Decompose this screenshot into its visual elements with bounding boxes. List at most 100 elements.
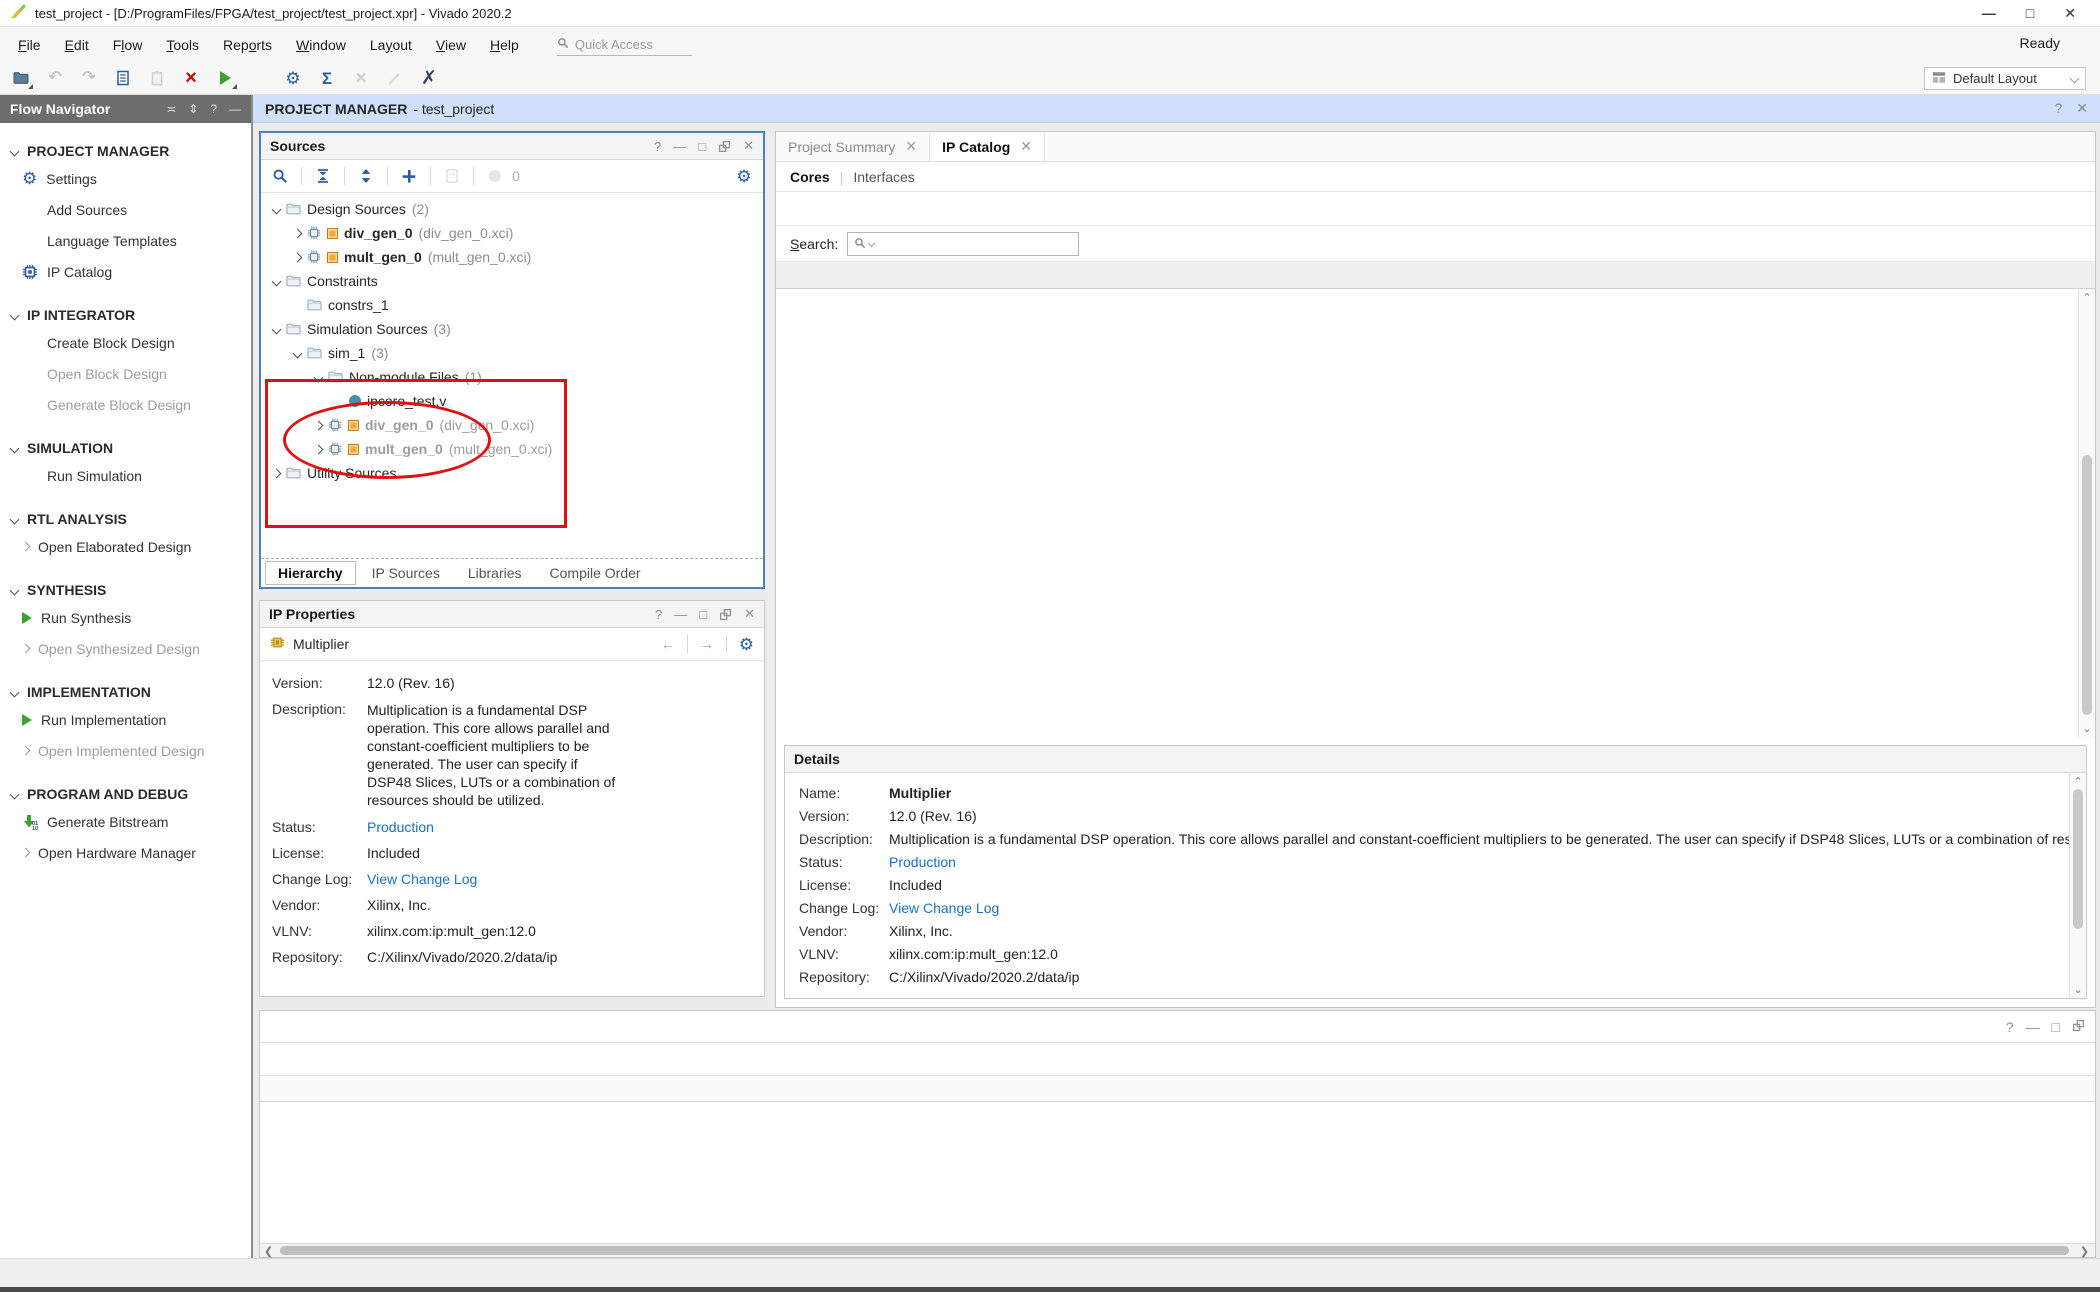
flownav-item-settings[interactable]: ⚙Settings: [0, 163, 251, 194]
tree-item-div-gen-0[interactable]: div_gen_0 (div_gen_0.xci): [261, 221, 763, 245]
minimize-icon[interactable]: —: [229, 102, 241, 116]
menu-window[interactable]: Window: [284, 33, 358, 57]
chevron-right-icon[interactable]: [272, 468, 282, 478]
flownav-item-open-elaborated-design[interactable]: Open Elaborated Design: [0, 531, 251, 562]
forward-arrow-icon[interactable]: →: [700, 637, 714, 651]
close-icon[interactable]: ✕: [744, 606, 755, 622]
float-icon[interactable]: [718, 140, 731, 153]
property-value[interactable]: Production: [367, 819, 434, 835]
flow-section-header-0[interactable]: PROJECT MANAGER: [0, 139, 251, 163]
tree-item-utility-sources[interactable]: Utility Sources: [261, 461, 763, 485]
flownav-item-add-sources[interactable]: Add Sources: [0, 194, 251, 225]
chevron-down-icon[interactable]: [293, 348, 303, 358]
collapse-all-button[interactable]: [310, 163, 336, 189]
sources-tab-compile-order[interactable]: Compile Order: [538, 562, 653, 584]
chevron-right-icon[interactable]: [21, 542, 31, 552]
search-button[interactable]: [267, 163, 293, 189]
minimize-icon[interactable]: —: [673, 139, 686, 154]
chevron-down-icon[interactable]: [272, 324, 282, 334]
settings-gear-button[interactable]: ⚙: [280, 65, 306, 91]
chevron-right-icon[interactable]: [21, 644, 31, 654]
menu-layout[interactable]: Layout: [358, 33, 424, 57]
menu-flow[interactable]: Flow: [101, 33, 155, 57]
flow-section-header-2[interactable]: SIMULATION: [0, 436, 251, 460]
open-project-folder-button[interactable]: [8, 65, 34, 91]
delete-x-red-button[interactable]: ×: [178, 65, 204, 91]
tree-item-design-sources[interactable]: Design Sources (2): [261, 197, 763, 221]
chevron-down-icon[interactable]: [314, 372, 324, 382]
help-icon[interactable]: ?: [2054, 100, 2062, 117]
cancel-x-button[interactable]: ×: [348, 65, 374, 91]
tree-item-non-module-files[interactable]: Non-module Files (1): [261, 365, 763, 389]
sum-sigma-button[interactable]: Σ: [314, 65, 340, 91]
flownav-item-run-implementation[interactable]: Run Implementation: [0, 704, 251, 735]
chevron-right-icon[interactable]: [314, 420, 324, 430]
scroll-up-icon[interactable]: ⌃: [2070, 775, 2086, 788]
subtab-cores[interactable]: Cores: [790, 169, 830, 185]
float-icon[interactable]: [2072, 1019, 2085, 1032]
flownav-item-open-block-design[interactable]: Open Block Design: [0, 358, 251, 389]
back-arrow-icon[interactable]: ←: [661, 637, 675, 651]
sources-tab-libraries[interactable]: Libraries: [456, 562, 534, 584]
close-icon[interactable]: ✕: [1020, 138, 1032, 155]
tree-item-ipcore-test-v[interactable]: ipcore_test.v: [261, 389, 763, 413]
help-icon[interactable]: ?: [2006, 1019, 2014, 1035]
menu-reports[interactable]: Reports: [211, 33, 284, 57]
chevron-down-icon[interactable]: [272, 276, 282, 286]
tree-item-sim-1[interactable]: sim_1 (3): [261, 341, 763, 365]
flownav-item-generate-block-design[interactable]: Generate Block Design: [0, 389, 251, 420]
flownav-item-open-synthesized-design[interactable]: Open Synthesized Design: [0, 633, 251, 664]
menu-file[interactable]: File: [6, 33, 53, 57]
minimize-icon[interactable]: —: [2026, 1019, 2040, 1035]
quick-access-search[interactable]: Quick Access: [557, 34, 692, 56]
chevron-right-icon[interactable]: [293, 228, 303, 238]
close-icon[interactable]: ✕: [2076, 100, 2088, 117]
flownav-item-ip-catalog[interactable]: IP Catalog: [0, 256, 251, 287]
minimize-icon[interactable]: —: [674, 607, 687, 622]
vertical-scrollbar[interactable]: ⌃ ⌄: [2069, 773, 2086, 998]
close-icon[interactable]: ✕: [905, 138, 917, 155]
undo-arrow-button[interactable]: ↶: [42, 65, 68, 91]
property-value[interactable]: View Change Log: [889, 900, 999, 916]
scroll-left-icon[interactable]: ❮: [264, 1245, 273, 1258]
window-minimize-icon[interactable]: —: [1982, 6, 1996, 20]
maximize-icon[interactable]: □: [698, 139, 706, 154]
sources-tab-ip-sources[interactable]: IP Sources: [360, 562, 452, 584]
expand-all-button[interactable]: [353, 163, 379, 189]
tab-project-summary[interactable]: Project Summary✕: [776, 132, 930, 161]
tree-item-constraints[interactable]: Constraints: [261, 269, 763, 293]
flownav-item-open-hardware-manager[interactable]: Open Hardware Manager: [0, 837, 251, 868]
flow-section-header-1[interactable]: IP INTEGRATOR: [0, 303, 251, 327]
scrollbar-thumb[interactable]: [280, 1246, 2069, 1255]
chevron-down-icon[interactable]: [272, 204, 282, 214]
close-x-dark-button[interactable]: ✗: [416, 65, 442, 91]
chevron-down-icon[interactable]: [10, 310, 20, 320]
report-document-button[interactable]: [110, 65, 136, 91]
menu-help[interactable]: Help: [478, 33, 531, 57]
catalog-search-input[interactable]: [847, 232, 1079, 256]
file-question-button[interactable]: ?: [439, 163, 465, 189]
chevron-down-icon[interactable]: [10, 789, 20, 799]
gear-icon[interactable]: ⚙: [739, 636, 754, 653]
property-value[interactable]: View Change Log: [367, 871, 477, 887]
flownav-item-language-templates[interactable]: Language Templates: [0, 225, 251, 256]
tree-item-mult-gen-0[interactable]: mult_gen_0 (mult_gen_0.xci): [261, 437, 763, 461]
close-icon[interactable]: ✕: [743, 138, 754, 154]
tree-item-mult-gen-0[interactable]: mult_gen_0 (mult_gen_0.xci): [261, 245, 763, 269]
chevron-right-icon[interactable]: [314, 444, 324, 454]
sources-tab-hierarchy[interactable]: Hierarchy: [265, 561, 356, 585]
scroll-right-icon[interactable]: ❯: [2080, 1245, 2089, 1258]
maximize-icon[interactable]: □: [2052, 1019, 2060, 1035]
clipboard-button[interactable]: [144, 65, 170, 91]
chevron-down-icon[interactable]: [10, 146, 20, 156]
help-icon[interactable]: ?: [210, 102, 217, 116]
flow-section-header-3[interactable]: RTL ANALYSIS: [0, 507, 251, 531]
scroll-down-icon[interactable]: ⌄: [2070, 983, 2086, 996]
menu-edit[interactable]: Edit: [53, 33, 101, 57]
flownav-item-open-implemented-design[interactable]: Open Implemented Design: [0, 735, 251, 766]
flownav-item-generate-bitstream[interactable]: 0110Generate Bitstream: [0, 806, 251, 837]
tree-item-div-gen-0[interactable]: div_gen_0 (div_gen_0.xci): [261, 413, 763, 437]
tree-item-constrs-1[interactable]: constrs_1: [261, 293, 763, 317]
scroll-up-icon[interactable]: ⌃: [2079, 291, 2095, 304]
collapse-all-icon[interactable]: ≍: [166, 102, 176, 116]
